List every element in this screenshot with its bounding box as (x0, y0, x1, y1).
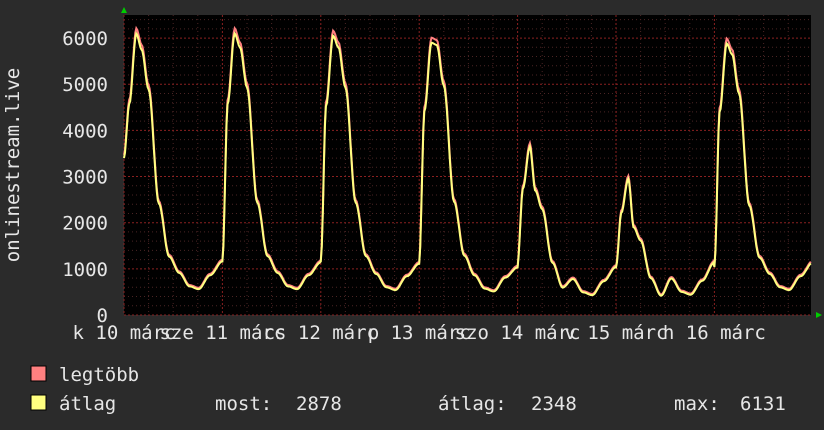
stat-most-label: most: (215, 393, 272, 415)
legend-swatch-legtobb (30, 365, 47, 382)
y-tick-label: 1000 (62, 259, 108, 281)
legend-label-legtobb: legtöbb (59, 364, 139, 386)
legend-swatch-atlag (30, 394, 47, 411)
y-axis-label: onlinestream.live (2, 68, 24, 262)
legend-label-atlag: átlag (59, 393, 116, 415)
y-tick-label: 4000 (62, 120, 108, 142)
stat-atlag-label: átlag: (438, 393, 507, 415)
x-tick-label: szo 14 márc (455, 322, 581, 344)
stat-atlag-value: 2348 (531, 393, 577, 415)
y-tick-label: 3000 (62, 167, 108, 189)
stat-max-value: 6131 (740, 393, 786, 415)
y-tick-label: 2000 (62, 213, 108, 235)
x-ticks: k 10 márcsze 11 márccs 12 márcp 13 márcs… (73, 322, 766, 344)
y-ticks: 0100020003000400050006000 (62, 28, 108, 327)
y-tick-label: 5000 (62, 74, 108, 96)
stat-max-label: max: (674, 393, 720, 415)
stat-most-value: 2878 (296, 393, 342, 415)
x-tick-label: cs 12 márc (264, 322, 378, 344)
x-axis-arrow-icon (816, 312, 822, 318)
x-tick-label: v 15 márc (565, 322, 668, 344)
y-axis-arrow-icon (121, 7, 127, 13)
chart: 0100020003000400050006000 k 10 márcsze 1… (2, 7, 822, 415)
x-tick-label: h 16 márc (663, 322, 766, 344)
y-tick-label: 6000 (62, 28, 108, 50)
